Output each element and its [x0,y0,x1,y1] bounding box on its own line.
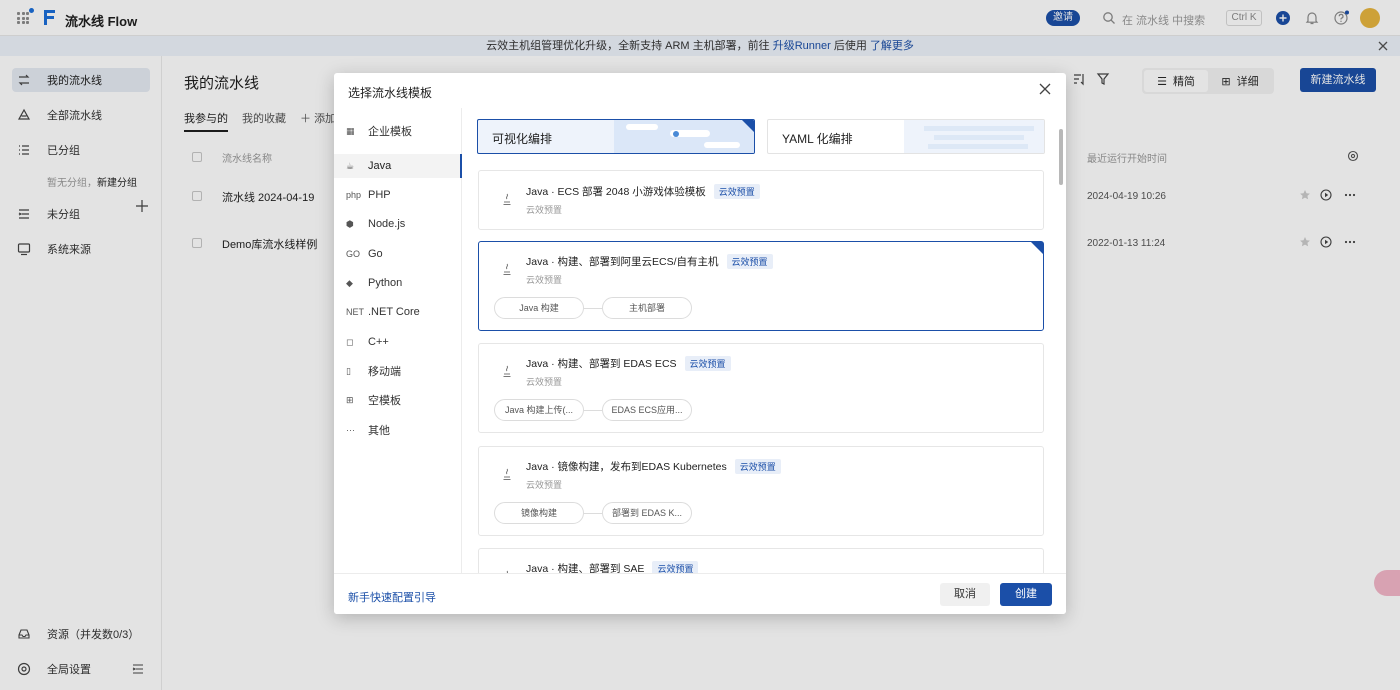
mobile-icon: ▯ [346,365,351,376]
java-icon [503,193,511,205]
category-label: Java [368,160,392,172]
dotnet-icon: NET [346,307,364,317]
go-icon: GO [346,249,361,259]
selected-corner-mark [1031,242,1043,254]
template-card[interactable]: Java · 镜像构建，发布到EDAS Kubernetes 云效预置 云效预置 … [478,446,1044,536]
category-enterprise[interactable]: ▦ 企业模板 [334,119,462,143]
category-mobile[interactable]: ▯ 移动端 [334,359,462,383]
stage-pill: 主机部署 [602,297,692,319]
yaml-mode-illustration [904,120,1044,153]
stage-pill: Java 构建上传(... [494,399,584,421]
stage-connector [584,308,602,309]
java-icon: ☕ [346,160,355,171]
java-icon [503,263,511,275]
template-card[interactable]: Java · 构建、部署到 SAE 云效预置 [478,548,1044,573]
template-badge: 云效预置 [734,459,781,474]
template-card[interactable]: Java · 构建、部署到 EDAS ECS 云效预置 云效预置 Java 构建上… [478,343,1044,433]
category-python[interactable]: ◆ Python [334,271,462,295]
nodejs-icon: ⬢ [346,218,354,229]
category-cpp[interactable]: ◻ C++ [334,330,462,354]
template-source: 云效预置 [526,205,563,215]
template-source: 云效预置 [526,377,563,387]
category-label: Python [368,277,403,289]
template-title: Java · 构建、部署到 EDAS ECS [526,358,677,370]
category-label: 空模板 [368,395,401,407]
java-icon [503,468,511,480]
category-label: Node.js [368,218,406,230]
stage-connector [584,410,602,411]
mode-visual-tab[interactable]: 可视化编排 [477,119,755,154]
mode-yaml-tab[interactable]: YAML 化编排 [767,119,1045,154]
category-dotnet[interactable]: NET .NET Core [334,300,462,324]
category-nodejs[interactable]: ⬢ Node.js [334,212,462,236]
visual-mode-illustration [614,120,754,153]
python-icon: ◆ [346,277,353,288]
category-go[interactable]: GO Go [334,242,462,266]
create-button[interactable]: 创建 [1000,583,1052,606]
cpp-icon: ◻ [346,336,354,347]
more-icon: ··· [346,425,355,435]
dialog-footer: 新手快速配置引导 取消 创建 [334,573,1066,614]
template-name: Java · 构建、部署到 EDAS ECS 云效预置 [526,356,731,371]
empty-template-icon: ⊞ [346,394,354,405]
close-dialog-icon[interactable] [1038,82,1052,96]
template-badge: 云效预置 [713,184,760,199]
template-source: 云效预置 [526,275,563,285]
template-card[interactable]: Java · ECS 部署 2048 小游戏体验模板 云效预置 云效预置 [478,170,1044,230]
template-badge: 云效预置 [684,356,731,371]
category-label: PHP [368,189,391,201]
scrollbar-thumb[interactable] [1059,129,1063,185]
template-categories: ▦ 企业模板 ☕ Java php PHP ⬢ Node.js GO Go ◆ Python… [334,108,462,573]
mode-yaml-label: YAML 化编排 [782,132,853,146]
stage-connector [584,513,602,514]
template-scrollbar[interactable] [1057,109,1064,571]
stage-pill: EDAS ECS应用... [602,399,692,421]
category-label: C++ [368,336,389,348]
php-icon: php [346,190,362,200]
cancel-button[interactable]: 取消 [940,583,990,606]
template-name: Java · 构建、部署到阿里云ECS/自有主机 云效预置 [526,254,773,269]
category-label: Go [368,248,383,260]
template-list-area: 可视化编排 YAML 化编排 Java · ECS 部署 2048 小游戏体验模… [462,108,1066,573]
category-java[interactable]: ☕ Java [334,154,462,178]
template-name: Java · 构建、部署到 SAE 云效预置 [526,561,699,573]
stage-pill: Java 构建 [494,297,584,319]
category-other[interactable]: ··· 其他 [334,418,462,442]
stage-pill: 部署到 EDAS K... [602,502,692,524]
category-label: 企业模板 [368,126,412,138]
template-card-selected[interactable]: Java · 构建、部署到阿里云ECS/自有主机 云效预置 云效预置 Java 构… [478,241,1044,331]
dialog-title: 选择流水线模板 [348,86,433,100]
enterprise-icon: ▦ [346,125,355,136]
category-label: .NET Core [368,306,420,318]
template-name: Java · 镜像构建，发布到EDAS Kubernetes 云效预置 [526,459,781,474]
selected-corner-mark [742,120,754,132]
java-icon [503,365,511,377]
template-dialog: 选择流水线模板 ▦ 企业模板 ☕ Java php PHP ⬢ Node.js GO Go… [334,73,1066,614]
template-title: Java · 镜像构建，发布到EDAS Kubernetes [526,461,727,473]
category-label: 其他 [368,425,390,437]
template-title: Java · ECS 部署 2048 小游戏体验模板 [526,186,706,198]
category-label: 移动端 [368,366,401,378]
template-title: Java · 构建、部署到 SAE [526,563,645,573]
quick-guide-link[interactable]: 新手快速配置引导 [348,589,436,605]
template-title: Java · 构建、部署到阿里云ECS/自有主机 [526,256,719,268]
template-source: 云效预置 [526,480,563,490]
category-empty-template[interactable]: ⊞ 空模板 [334,388,462,412]
stage-pill: 镜像构建 [494,502,584,524]
mode-visual-label: 可视化编排 [492,132,553,146]
category-php[interactable]: php PHP [334,183,462,207]
template-name: Java · ECS 部署 2048 小游戏体验模板 云效预置 [526,184,760,199]
template-badge: 云效预置 [652,561,699,573]
template-badge: 云效预置 [726,254,773,269]
